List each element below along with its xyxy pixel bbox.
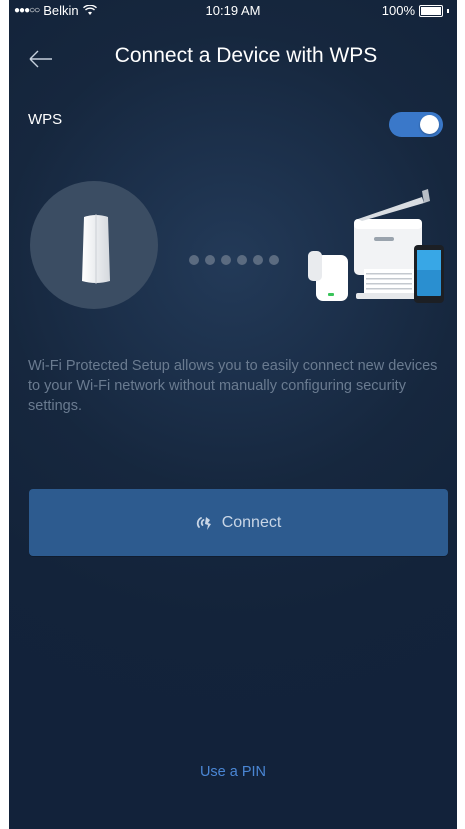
connection-dot [221, 255, 231, 265]
wps-icon [196, 516, 211, 530]
battery-tip [447, 8, 449, 13]
connect-button[interactable]: Connect [29, 489, 448, 556]
connection-dot [269, 255, 279, 265]
connection-dot [253, 255, 263, 265]
battery-percent: 100% [381, 3, 415, 18]
velop-node-icon [82, 214, 110, 284]
toggle-knob [420, 115, 439, 134]
battery-indicator: 100% [382, 3, 449, 18]
connection-dots [189, 255, 279, 265]
screen: ●●●○○ Belkin 10:19 AM 100% Connect a Dev… [9, 0, 457, 829]
use-pin-link[interactable]: Use a PIN [9, 764, 457, 780]
devices-illustration-icon [308, 189, 444, 303]
battery-icon [419, 4, 443, 17]
page-title: Connect a Device with WPS [114, 44, 378, 67]
connection-dot [237, 255, 247, 265]
connect-label: Connect [221, 513, 282, 531]
wps-description: Wi-Fi Protected Setup allows you to easi… [28, 358, 438, 414]
connection-dot [189, 255, 199, 265]
wps-toggle[interactable] [389, 112, 443, 137]
status-bar: ●●●○○ Belkin 10:19 AM 100% [9, 0, 457, 22]
wps-label: WPS [28, 111, 63, 128]
connection-dot [205, 255, 215, 265]
